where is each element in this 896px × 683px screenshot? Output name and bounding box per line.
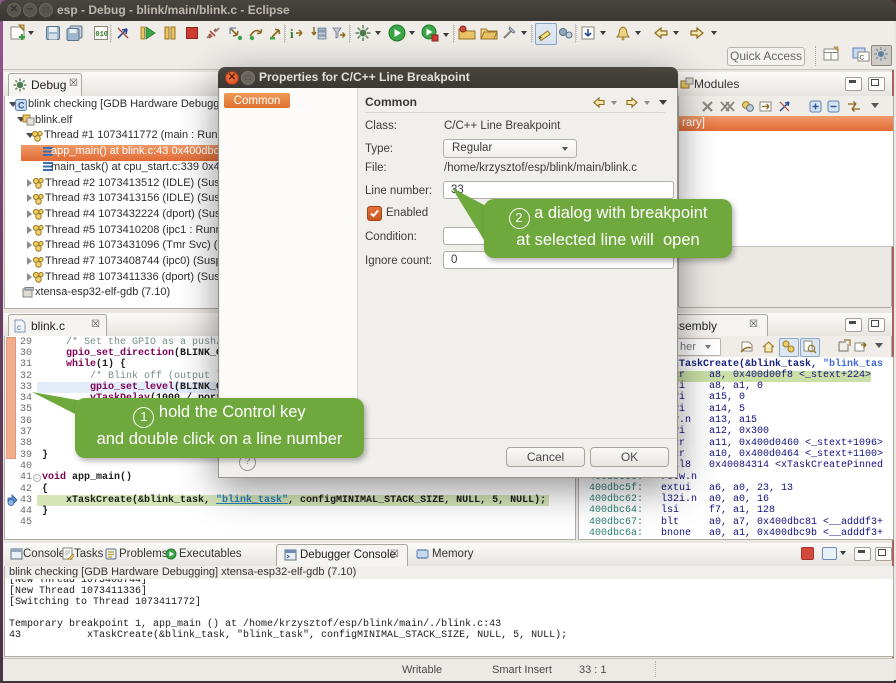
svg-text:C: C <box>18 100 25 110</box>
svg-text:C: C <box>860 55 865 62</box>
svg-text:i: i <box>290 26 294 41</box>
svg-text:c: c <box>17 323 21 332</box>
svg-text:010: 010 <box>95 31 108 39</box>
